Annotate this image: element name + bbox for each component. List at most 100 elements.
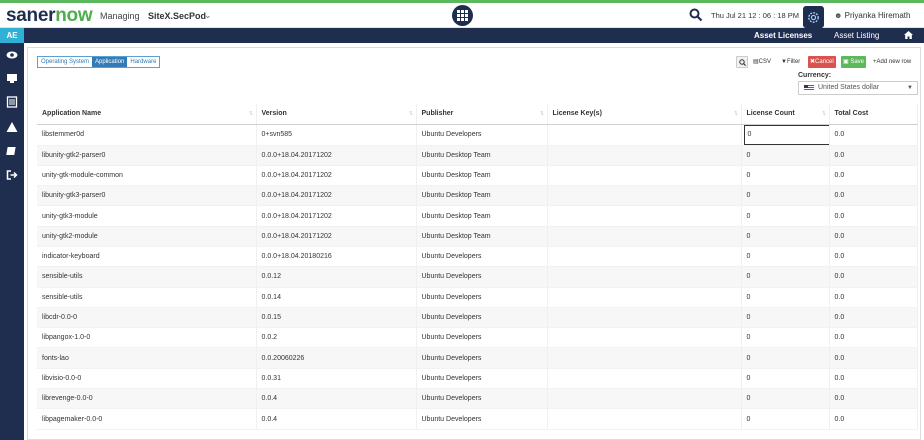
table-row[interactable]: sensible-utils 0.0.12 Ubuntu Developers 0 0.… bbox=[37, 266, 918, 288]
table-cell: 0.0 bbox=[829, 226, 918, 247]
column-header[interactable]: License Key(s) ↑↓ bbox=[547, 104, 742, 125]
column-header[interactable]: Application Name ↑↓ bbox=[37, 104, 257, 125]
monitor-icon[interactable] bbox=[6, 72, 18, 84]
table-row[interactable]: librevenge-0.0-0 0.0.4 Ubuntu Developers 0 0… bbox=[37, 388, 918, 410]
table-row[interactable]: libunity-gtk3-parser0 0.0.0+18.04.2017120… bbox=[37, 185, 918, 207]
table-cell[interactable]: 0 bbox=[741, 368, 830, 390]
apps-grid-button[interactable] bbox=[452, 5, 473, 26]
csv-button[interactable]: ▤CSV bbox=[751, 56, 773, 68]
table-cell[interactable]: 0 bbox=[741, 145, 830, 166]
table-cell[interactable]: 0 bbox=[741, 165, 830, 187]
license-table: Application Name ↑↓ Version ↑↓ Publisher ↑↓… bbox=[37, 104, 918, 430]
chevron-down-icon[interactable]: ⌄ bbox=[204, 10, 212, 21]
table-cell: 0.0 bbox=[829, 287, 918, 308]
table-row[interactable]: libstemmer0d 0+svn585 Ubuntu Developers 0 0.… bbox=[37, 124, 918, 146]
home-icon[interactable] bbox=[904, 31, 913, 39]
currency-select[interactable]: United States dollar ▼ bbox=[798, 81, 918, 95]
table-cell: libstemmer0d bbox=[37, 124, 257, 146]
site-selector[interactable]: SiteX.SecPod bbox=[148, 11, 206, 21]
list-icon[interactable] bbox=[6, 96, 18, 108]
currency-label: Currency: bbox=[798, 72, 832, 79]
table-cell[interactable]: 0 bbox=[741, 347, 830, 369]
table-cell bbox=[547, 124, 742, 146]
table-cell[interactable]: 0 bbox=[741, 388, 830, 410]
tab-operating-system[interactable]: Operating System bbox=[38, 57, 93, 67]
logo[interactable]: sanernow bbox=[6, 5, 93, 27]
column-header[interactable]: Version ↑↓ bbox=[256, 104, 417, 125]
table-cell: 0.0 bbox=[829, 185, 918, 207]
table-row[interactable]: unity-gtk2-module 0.0.0+18.04.20171202 Ubu… bbox=[37, 226, 918, 247]
caret-down-icon: ▼ bbox=[907, 85, 913, 91]
tab-hardware[interactable]: Hardware bbox=[127, 57, 160, 67]
ae-badge[interactable]: AE bbox=[0, 28, 24, 43]
table-cell: sensible-utils bbox=[37, 266, 257, 288]
table-cell[interactable]: 0 bbox=[741, 226, 830, 247]
table-row[interactable]: libunity-gtk2-parser0 0.0.0+18.04.2017120… bbox=[37, 145, 918, 166]
table-row[interactable]: unity-gtk-module-common 0.0.0+18.04.20171… bbox=[37, 165, 918, 187]
warning-icon[interactable] bbox=[6, 121, 18, 133]
column-header[interactable]: Total Cost bbox=[829, 104, 918, 125]
add-new-row-button[interactable]: +Add new row bbox=[871, 56, 913, 68]
table-cell: 0.0.4 bbox=[256, 388, 417, 410]
logout-icon[interactable] bbox=[6, 169, 18, 181]
column-header[interactable]: License Count ↑↓ bbox=[741, 104, 830, 125]
table-cell bbox=[547, 165, 742, 187]
table-row[interactable]: libpangox-1.0-0 0.0.2 Ubuntu Developers 0 0.… bbox=[37, 327, 918, 349]
table-row[interactable]: indicator-keyboard 0.0.0+18.04.20180216 Ub… bbox=[37, 246, 918, 268]
table-row[interactable]: fonts-lao 0.0.20060226 Ubuntu Developers 0 0… bbox=[37, 347, 918, 369]
table-cell[interactable]: 0 bbox=[741, 307, 830, 329]
sort-icon: ↑↓ bbox=[248, 110, 254, 117]
table-row[interactable]: unity-gtk3-module 0.0.0+18.04.20171202 Ubu… bbox=[37, 205, 918, 227]
table-cell[interactable]: 0 bbox=[741, 287, 830, 308]
license-count-input[interactable]: 0 bbox=[743, 124, 828, 144]
table-cell[interactable]: 0 bbox=[741, 246, 830, 268]
table-cell[interactable]: 0 bbox=[741, 327, 830, 349]
table-cell: Ubuntu Developers bbox=[416, 246, 548, 268]
table-cell[interactable]: 0 bbox=[741, 124, 830, 146]
table-cell bbox=[547, 347, 742, 369]
table-cell: 0.0.0+18.04.20171202 bbox=[256, 226, 417, 247]
table-cell: unity-gtk3-module bbox=[37, 205, 257, 227]
column-header[interactable]: Publisher ↑↓ bbox=[416, 104, 548, 125]
asset-type-tabs: Operating System Application Hardware bbox=[37, 56, 161, 68]
cancel-button[interactable]: ✖Cancel bbox=[808, 56, 836, 68]
table-header-row: Application Name ↑↓ Version ↑↓ Publisher ↑↓… bbox=[37, 104, 918, 125]
table-cell: libunity-gtk3-parser0 bbox=[37, 185, 257, 207]
table-cell: libpangox-1.0-0 bbox=[37, 327, 257, 349]
table-cell[interactable]: 0 bbox=[741, 185, 830, 207]
currency-value: United States dollar bbox=[818, 84, 880, 91]
managing-label: Managing bbox=[100, 11, 140, 21]
save-button[interactable]: ▣ Save bbox=[841, 56, 867, 68]
table-cell: 0.0.2 bbox=[256, 327, 417, 349]
table-cell: libcdr-0.0-0 bbox=[37, 307, 257, 329]
table-cell[interactable]: 0 bbox=[741, 266, 830, 288]
table-row[interactable]: libpagemaker-0.0-0 0.0.4 Ubuntu Developers… bbox=[37, 408, 918, 430]
table-cell: 0.0 bbox=[829, 205, 918, 227]
table-cell: 0.0.0+18.04.20171202 bbox=[256, 185, 417, 207]
user-icon: ☻ bbox=[834, 11, 843, 20]
book-icon[interactable] bbox=[6, 145, 18, 157]
table-cell bbox=[547, 185, 742, 207]
tab-application[interactable]: Application bbox=[92, 57, 128, 67]
nav-asset-listing[interactable]: Asset Listing bbox=[834, 31, 879, 40]
settings-button[interactable] bbox=[803, 6, 824, 28]
table-cell bbox=[547, 327, 742, 349]
user-menu[interactable]: ☻ Priyanka Hiremath bbox=[834, 11, 910, 20]
table-search-button[interactable] bbox=[736, 56, 748, 68]
search-icon[interactable] bbox=[689, 8, 703, 22]
table-cell: 0.0.0+18.04.20180216 bbox=[256, 246, 417, 268]
eye-icon[interactable] bbox=[6, 49, 18, 61]
table-row[interactable]: sensible-utils 0.0.14 Ubuntu Developers 0 0.… bbox=[37, 287, 918, 308]
table-cell: Ubuntu Developers bbox=[416, 307, 548, 329]
table-row[interactable]: libvisio-0.0-0 0.0.31 Ubuntu Developers 0 0.… bbox=[37, 368, 918, 390]
table-cell: 0.0 bbox=[829, 145, 918, 166]
table-row[interactable]: libcdr-0.0-0 0.0.15 Ubuntu Developers 0 0.0 bbox=[37, 307, 918, 329]
table-cell[interactable]: 0 bbox=[741, 205, 830, 227]
table-cell: 0.0.4 bbox=[256, 408, 417, 430]
nav-asset-licenses[interactable]: Asset Licenses bbox=[754, 31, 812, 40]
table-cell: 0.0.31 bbox=[256, 368, 417, 390]
sort-icon: ↑↓ bbox=[408, 110, 414, 117]
table-cell[interactable]: 0 bbox=[741, 408, 830, 430]
table-cell: 0.0 bbox=[829, 307, 918, 329]
filter-button[interactable]: ▼Filter bbox=[779, 56, 802, 68]
